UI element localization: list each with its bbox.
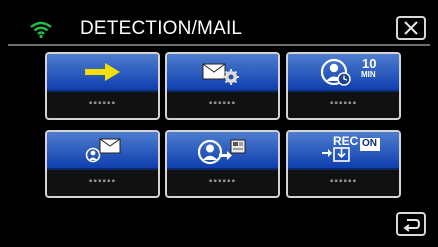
mail-settings-icon: [202, 63, 239, 85]
page-title: DETECTION/MAIL: [80, 18, 243, 39]
tile-label: ▪▪▪▪▪▪: [88, 176, 117, 187]
back-button[interactable]: [396, 212, 426, 236]
tile-label: ▪▪▪▪▪▪: [208, 176, 237, 187]
user-timer-10-min-icon: [320, 58, 351, 86]
tile-mail-user[interactable]: ▪▪▪▪▪▪: [45, 130, 160, 198]
tile-label: ▪▪▪▪▪▪: [208, 98, 237, 109]
on-badge: ON: [362, 138, 377, 149]
wifi-icon: [30, 21, 52, 38]
tile-label: ▪▪▪▪▪▪: [88, 98, 117, 109]
tile-label: ▪▪▪▪▪▪: [329, 176, 358, 187]
mail-user-icon: [85, 138, 121, 163]
timer-value: 10: [362, 56, 377, 71]
rec-label: REC: [333, 134, 359, 148]
tile-mail-settings[interactable]: ▪▪▪▪▪▪: [165, 52, 280, 120]
tile-arrow[interactable]: ▪▪▪▪▪▪: [45, 52, 160, 120]
back-icon: [403, 219, 421, 232]
user-image-icon: [197, 139, 246, 165]
tile-rec-on[interactable]: REC ON ▪▪▪▪▪▪: [286, 130, 401, 198]
tile-user-image[interactable]: ▪▪▪▪▪▪: [165, 130, 280, 198]
arrow-right-icon: [85, 63, 120, 81]
close-button[interactable]: [396, 16, 426, 40]
tile-label: ▪▪▪▪▪▪: [329, 98, 358, 109]
tile-user-timer[interactable]: 10 MIN ▪▪▪▪▪▪: [286, 52, 401, 120]
close-icon: [404, 21, 418, 35]
timer-unit: MIN: [361, 70, 376, 79]
